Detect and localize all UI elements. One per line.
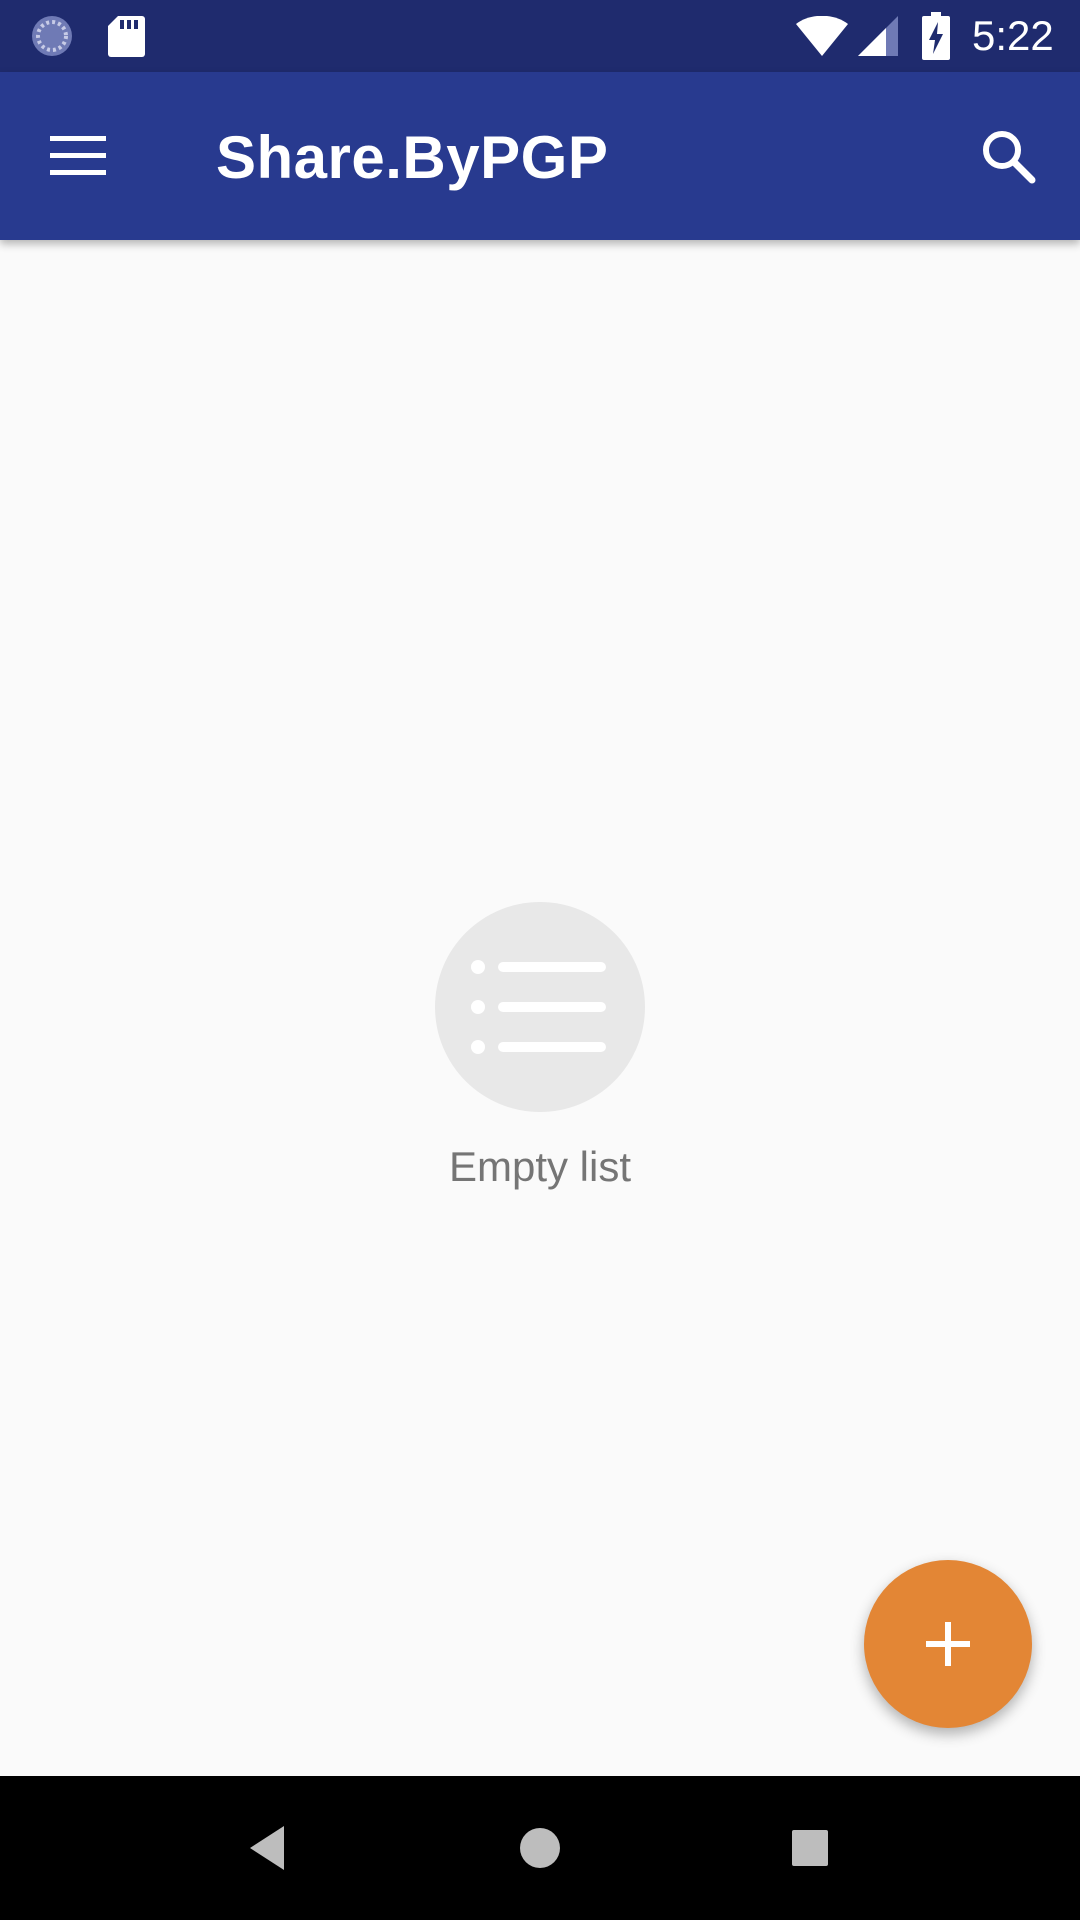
app-title: Share.ByPGP xyxy=(216,124,609,191)
empty-state: Empty list xyxy=(0,902,1080,1192)
battery-charging-icon xyxy=(922,12,950,60)
status-time: 5:22 xyxy=(972,12,1054,59)
app-bar: Share.ByPGP xyxy=(0,72,1080,240)
add-button[interactable] xyxy=(864,1560,1032,1728)
recents-icon[interactable] xyxy=(788,1822,832,1874)
plus-icon xyxy=(926,1622,970,1666)
screen: 5:22 Share.ByPGP Empty list xyxy=(0,0,1080,1920)
empty-list-illustration xyxy=(435,902,645,1112)
status-bar: 5:22 xyxy=(0,0,1080,72)
back-icon[interactable] xyxy=(244,1822,296,1874)
sync-status-icon xyxy=(32,16,72,56)
sd-card-icon xyxy=(108,16,145,57)
navigation-bar xyxy=(0,1776,1080,1920)
empty-list-text: Empty list xyxy=(448,1143,632,1190)
search-button[interactable] xyxy=(960,108,1056,204)
cell-signal-icon xyxy=(858,16,898,56)
menu-icon xyxy=(50,136,106,175)
search-icon xyxy=(983,131,1036,184)
wifi-icon xyxy=(796,16,848,56)
menu-button[interactable] xyxy=(30,108,126,204)
list-icon xyxy=(471,960,606,1054)
home-icon[interactable] xyxy=(518,1822,562,1874)
